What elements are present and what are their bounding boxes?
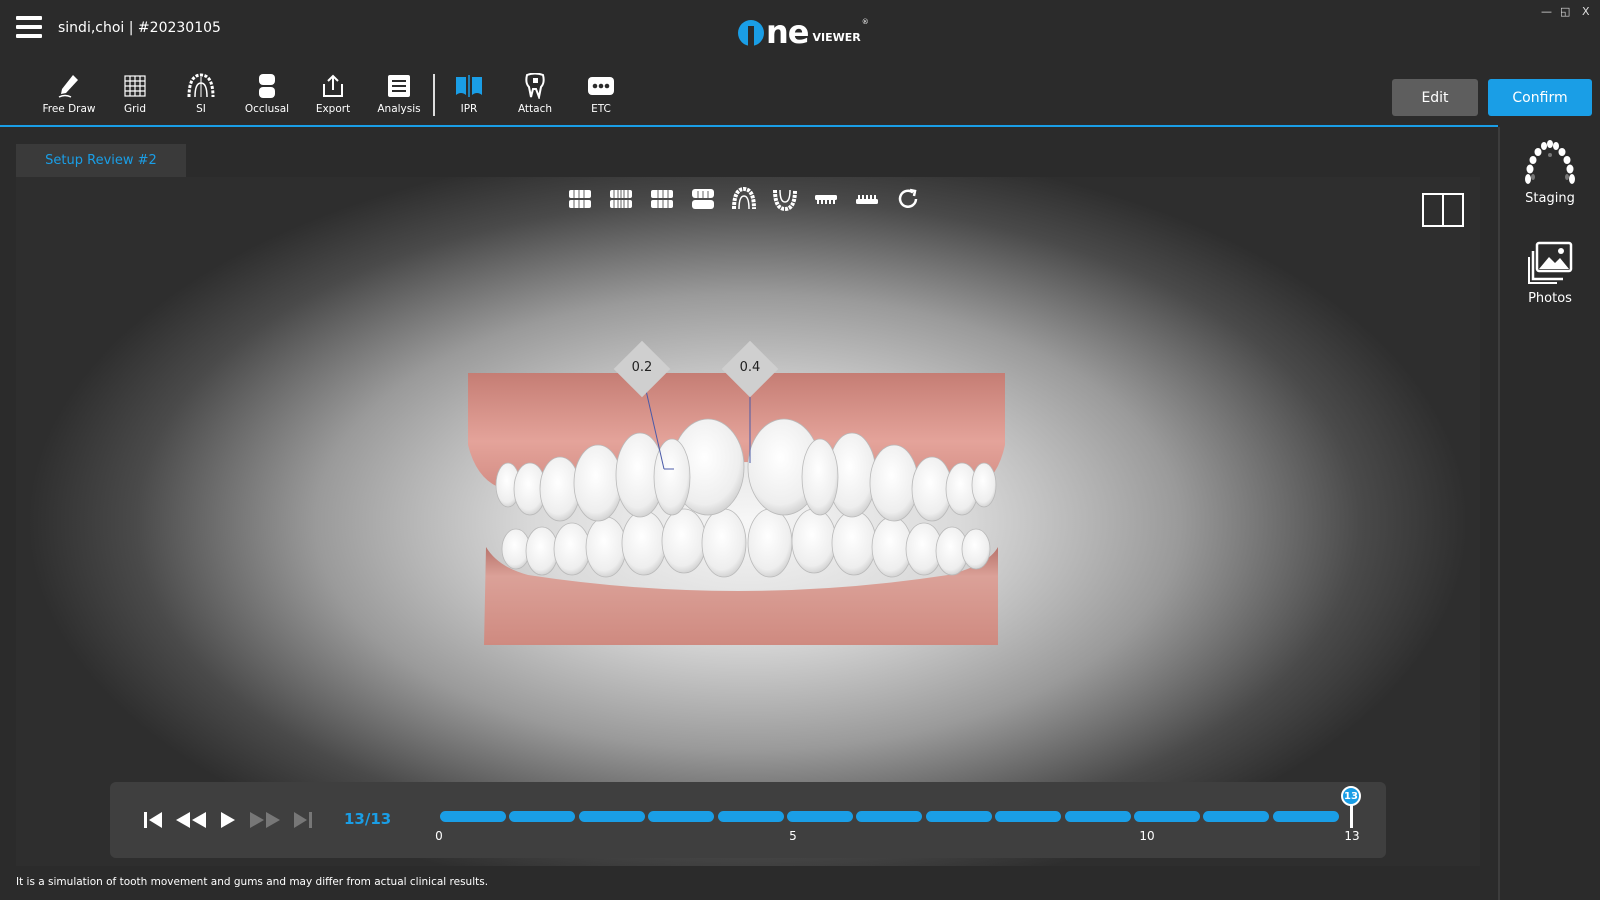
tool-ipr[interactable]: IPR <box>436 72 502 122</box>
tool-label: Export <box>315 103 351 115</box>
timeline-step[interactable] <box>648 811 715 822</box>
tool-grid[interactable]: Grid <box>102 72 168 122</box>
skip-to-end-icon[interactable] <box>292 808 314 832</box>
view-right-icon[interactable] <box>650 187 674 211</box>
main-toolbar: Free Draw Grid SI Occlusal Export Analys… <box>36 72 634 122</box>
timeline-step[interactable] <box>995 811 1062 822</box>
tab-label: Setup Review #2 <box>45 153 157 168</box>
sidebar-label: Photos <box>1528 291 1572 306</box>
tool-label: ETC <box>591 103 611 115</box>
view-top-icon[interactable] <box>732 187 756 211</box>
fast-forward-icon[interactable] <box>248 808 282 832</box>
timeline-step[interactable] <box>1203 811 1270 822</box>
tool-export[interactable]: Export <box>300 72 366 122</box>
ipr-value: 0.4 <box>739 360 761 375</box>
photos-icon <box>1528 241 1573 284</box>
patient-label: sindi,choi | #20230105 <box>58 20 221 36</box>
tool-occlusal[interactable]: Occlusal <box>234 72 300 122</box>
logo-subtext: VIEWER <box>812 31 861 44</box>
more-icon <box>587 72 615 100</box>
logo-mark <box>738 20 764 46</box>
title-bar: sindi,choi | #20230105 ne VIEWER ® — ◱ X <box>0 0 1600 58</box>
restore-button[interactable]: ◱ <box>1560 5 1570 18</box>
timeline-step[interactable] <box>440 811 506 822</box>
attach-icon <box>521 72 549 100</box>
logo-text: ne <box>766 13 809 51</box>
minimize-button[interactable]: — <box>1541 5 1552 18</box>
tool-attach[interactable]: Attach <box>502 72 568 122</box>
tool-etc[interactable]: ETC <box>568 72 634 122</box>
reset-view-icon[interactable] <box>896 187 920 211</box>
tool-analysis[interactable]: Analysis <box>366 72 432 122</box>
grid-icon <box>121 72 149 100</box>
tool-label: Analysis <box>377 103 421 115</box>
menu-icon[interactable] <box>16 16 42 40</box>
close-button[interactable]: X <box>1582 5 1590 18</box>
sidebar-label: Staging <box>1525 191 1575 206</box>
timeline-tick: 5 <box>789 829 797 843</box>
tool-label: SI <box>196 103 206 115</box>
ipr-value: 0.2 <box>631 360 653 375</box>
playback-bar: 13/13 0 5 10 13 13 <box>110 782 1386 858</box>
view-orientation-toolbar <box>568 187 920 211</box>
view-front-icon[interactable] <box>609 187 633 211</box>
split-view-button[interactable] <box>1422 193 1464 227</box>
view-upper-icon[interactable] <box>814 187 838 211</box>
timeline-step[interactable] <box>1134 811 1200 822</box>
export-icon <box>319 72 347 100</box>
timeline-step[interactable] <box>925 811 992 822</box>
timeline-tick: 0 <box>435 829 443 843</box>
timeline-tick: 10 <box>1139 829 1155 843</box>
timeline-step[interactable] <box>1064 811 1131 822</box>
timeline-step[interactable] <box>856 811 923 822</box>
tool-free-draw[interactable]: Free Draw <box>36 72 102 122</box>
confirm-button[interactable]: Confirm <box>1488 79 1592 116</box>
tool-label: Attach <box>517 103 553 115</box>
view-left-icon[interactable] <box>568 187 592 211</box>
sidebar-item-staging[interactable]: Staging <box>1500 137 1600 206</box>
tool-si[interactable]: SI <box>168 72 234 122</box>
right-sidebar: Staging Photos <box>1498 127 1600 900</box>
staging-arch-icon <box>1525 140 1575 184</box>
logo-registered: ® <box>861 18 869 26</box>
timeline-tick: 13 <box>1344 829 1360 843</box>
tool-label: Grid <box>123 103 147 115</box>
view-back-icon[interactable] <box>691 187 715 211</box>
rewind-icon[interactable] <box>174 808 208 832</box>
sidebar-item-photos[interactable]: Photos <box>1500 241 1600 306</box>
timeline-step[interactable] <box>1272 811 1339 822</box>
toolbar-accent-line <box>0 125 1498 127</box>
tool-label: IPR <box>460 103 478 115</box>
disclaimer-text: It is a simulation of tooth movement and… <box>16 876 489 888</box>
tooth-occlusal-icon <box>253 72 281 100</box>
view-lower-icon[interactable] <box>855 187 879 211</box>
arch-icon <box>187 72 215 100</box>
timeline-step[interactable] <box>787 811 853 822</box>
model-viewport[interactable]: 0.2 0.4 13/13 0 5 10 13 13 <box>16 177 1480 866</box>
play-icon[interactable] <box>218 808 238 832</box>
timeline-step[interactable] <box>578 811 645 822</box>
tab-setup-review[interactable]: Setup Review #2 <box>16 144 186 177</box>
timeline-step[interactable] <box>717 811 784 822</box>
edit-button[interactable]: Edit <box>1392 79 1478 116</box>
pencil-icon <box>55 72 83 100</box>
app-logo: ne VIEWER ® <box>738 12 869 51</box>
app-window: sindi,choi | #20230105 ne VIEWER ® — ◱ X… <box>0 0 1600 900</box>
skip-to-start-icon[interactable] <box>142 808 164 832</box>
toolbar-divider <box>433 74 435 116</box>
analysis-icon <box>385 72 413 100</box>
tool-label: Occlusal <box>244 103 290 115</box>
frame-counter: 13/13 <box>344 810 392 828</box>
timeline-playhead-badge[interactable]: 13 <box>1341 786 1361 806</box>
timeline-step[interactable] <box>509 811 576 822</box>
view-bottom-icon[interactable] <box>773 187 797 211</box>
ipr-icon <box>455 72 483 100</box>
tool-label: Free Draw <box>42 103 96 115</box>
